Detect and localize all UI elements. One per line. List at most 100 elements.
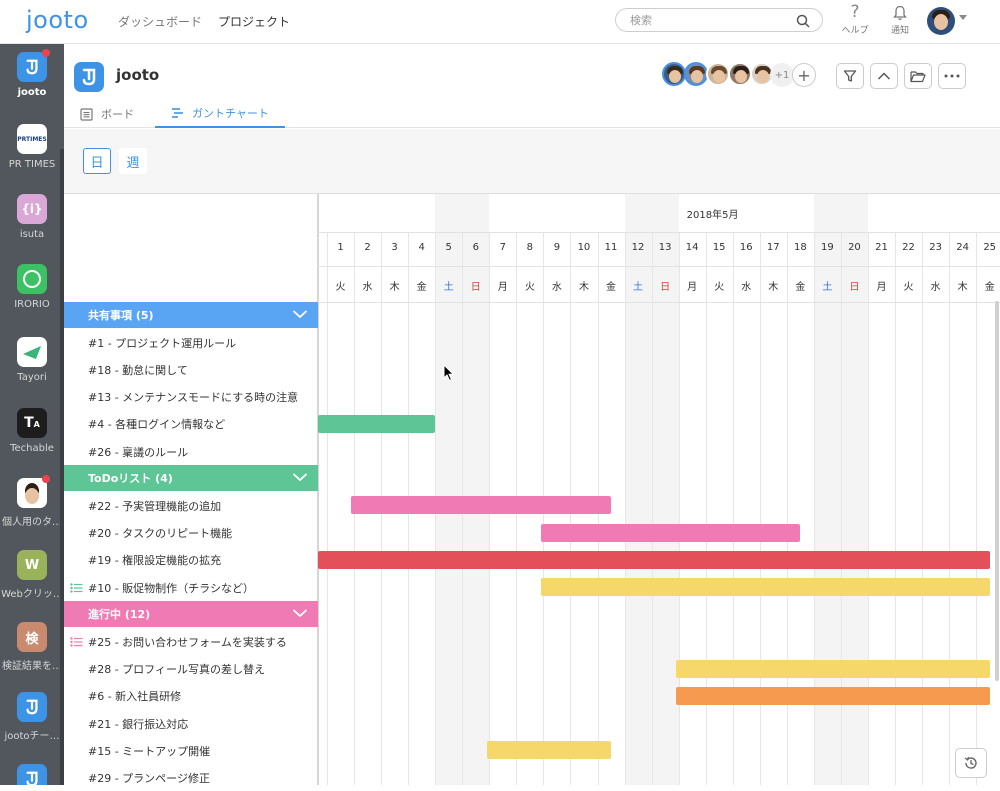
notification-badge [42, 49, 50, 57]
sidebar-item[interactable]: 個人用のタ… [0, 475, 64, 528]
tab-gantt[interactable]: ガントチャート [155, 100, 285, 128]
help-button[interactable]: ? ヘルプ [837, 2, 873, 36]
task-label: #13 - メンテナンスモードにする時の注意 [88, 391, 299, 405]
search-input[interactable] [630, 12, 790, 28]
member-avatar[interactable] [706, 62, 730, 86]
gantt-bar[interactable] [540, 523, 801, 542]
weekday-label: 金 [984, 282, 995, 293]
sidebar-item[interactable]: IRORIO [0, 264, 64, 310]
task-row[interactable]: #13 - メンテナンスモードにする時の注意 [64, 384, 317, 411]
group-header[interactable]: ToDoリスト (4) [64, 465, 318, 492]
gantt-chart: 2018年5月 01火2水3木4金5土6日7月8火9水10木11金12土13日1… [64, 193, 1000, 785]
gantt-toolbar: 日 週 [64, 129, 1000, 193]
member-avatar[interactable] [662, 62, 686, 86]
group-header[interactable]: 進行中 (12) [64, 601, 318, 628]
task-row[interactable]: #28 - プロフィール写真の差し替え [64, 656, 317, 683]
member-avatar[interactable] [728, 62, 752, 86]
app-logo[interactable]: jooto [26, 6, 89, 34]
weekday-label: 土 [822, 282, 833, 293]
day-number: 4 [418, 242, 425, 253]
isuta-logo-icon: {i} [17, 194, 47, 224]
day-number: 14 [685, 242, 699, 253]
task-row[interactable]: #21 - 銀行振込対応 [64, 710, 317, 737]
task-row[interactable]: #18 - 勤怠に関して [64, 356, 317, 383]
task-row[interactable]: #1 - プロジェクト運用ルール [64, 329, 317, 356]
sidebar-item[interactable]: jootoチー… [0, 692, 64, 742]
more-menu-button[interactable] [938, 63, 966, 89]
gantt-scrollbar[interactable] [995, 301, 999, 681]
sidebar-item[interactable] [0, 764, 64, 785]
weekday-label: 水 [551, 282, 562, 293]
user-avatar[interactable] [927, 7, 955, 35]
gantt-bar[interactable] [351, 496, 612, 515]
header-separator [318, 232, 1000, 233]
day-number: 17 [766, 242, 780, 253]
sidebar-item[interactable]: PRTIMES PR TIMES [0, 124, 64, 170]
collapse-header-button[interactable] [870, 63, 898, 89]
day-number: 11 [604, 242, 618, 253]
weekday-label: 土 [443, 282, 454, 293]
irorio-logo-icon [17, 264, 47, 294]
gantt-bar[interactable] [486, 741, 612, 760]
task-row[interactable]: #19 - 権限設定機能の拡充 [64, 547, 317, 574]
group-header[interactable]: 共有事項 (5) [64, 302, 318, 328]
gantt-bar[interactable] [675, 686, 990, 705]
chevron-down-icon[interactable] [959, 15, 967, 20]
sidebar-item[interactable]: jooto [0, 49, 64, 98]
task-label: #19 - 権限設定機能の拡充 [88, 554, 222, 568]
gantt-timeline[interactable]: 2018年5月 01火2水3木4金5土6日7月8火9水10木11金12土13日1… [318, 193, 1000, 785]
group-label: 進行中 (12) [88, 608, 151, 622]
gantt-bar[interactable] [318, 550, 990, 569]
member-avatar[interactable] [684, 62, 708, 86]
checklist-icon [70, 637, 83, 650]
personal-avatar-icon [17, 475, 50, 508]
task-row[interactable]: #20 - タスクのリピート機能 [64, 520, 317, 547]
day-number: 25 [983, 242, 997, 253]
tab-board[interactable]: ボード [64, 100, 150, 128]
task-row[interactable]: #10 - 販促物制作（チラシなど） [64, 574, 317, 601]
notification-button[interactable]: 通知 [882, 2, 918, 36]
view-week-button[interactable]: 週 [119, 148, 147, 174]
sidebar-item[interactable]: 検検証結果を… [0, 622, 64, 672]
chevron-down-icon[interactable] [292, 608, 308, 621]
sidebar-item[interactable]: Tayori [0, 337, 64, 383]
task-row[interactable]: #4 - 各種ログイン情報など [64, 411, 317, 438]
chevron-down-icon[interactable] [292, 472, 308, 485]
day-number: 18 [793, 242, 807, 253]
history-button[interactable] [955, 748, 987, 778]
notify-label: 通知 [890, 26, 909, 36]
day-number: 16 [739, 242, 753, 253]
task-row[interactable]: #22 - 予実管理機能の追加 [64, 492, 317, 519]
task-row[interactable]: #15 - ミートアップ開催 [64, 737, 317, 764]
view-day-button[interactable]: 日 [83, 148, 111, 174]
gantt-bar[interactable] [318, 414, 436, 433]
gantt-bar[interactable] [540, 578, 990, 596]
task-row[interactable]: #25 - お問い合わせフォームを実装する [64, 628, 317, 655]
filter-button[interactable] [836, 63, 864, 89]
sidebar-item[interactable]: W Webクリッ… [0, 550, 64, 600]
day-gridline [624, 232, 626, 785]
task-label: #18 - 勤怠に関して [88, 363, 188, 377]
weekday-label: 月 [497, 282, 508, 293]
sidebar-item[interactable]: TA Techable [0, 408, 64, 454]
gantt-bar[interactable] [675, 659, 990, 678]
mouse-cursor-icon [443, 363, 455, 386]
chevron-down-icon[interactable] [292, 309, 308, 322]
task-row[interactable]: #29 - プランページ修正 [64, 764, 317, 791]
search-icon[interactable] [796, 13, 810, 32]
folder-button[interactable] [904, 63, 932, 89]
task-label: #1 - プロジェクト運用ルール [88, 336, 237, 350]
task-row[interactable]: #26 - 稟議のルール [64, 438, 317, 465]
jooto-logo-icon [17, 692, 47, 722]
sidebar-item-label: jooto [17, 87, 47, 98]
letter-kanji-icon: 検 [17, 622, 47, 652]
add-member-button[interactable]: + [792, 63, 816, 87]
sidebar-item[interactable]: {i} isuta [0, 194, 64, 240]
tab-board-label: ボード [101, 108, 134, 121]
weekday-label: 火 [714, 282, 725, 293]
nav-dashboard[interactable]: ダッシュボード [118, 13, 202, 30]
more-members-count[interactable]: +1 [770, 63, 794, 87]
nav-project[interactable]: プロジェクト [218, 13, 290, 30]
task-row[interactable]: #6 - 新入社員研修 [64, 683, 317, 710]
weekday-label: 木 [578, 282, 589, 293]
